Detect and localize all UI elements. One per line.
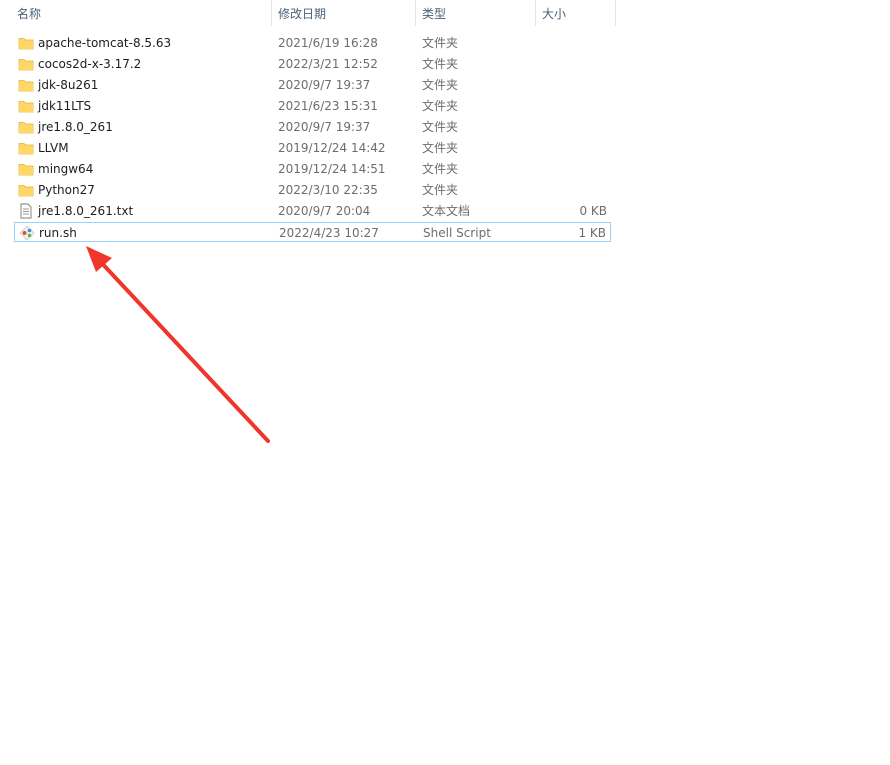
file-row[interactable]: cocos2d-x-3.17.2 2022/3/21 12:52 文件夹 xyxy=(14,54,611,74)
file-modified-date: 2020/9/7 20:04 xyxy=(278,204,371,218)
file-name: LLVM xyxy=(38,141,69,155)
file-name: mingw64 xyxy=(38,162,94,176)
file-row[interactable]: Python27 2022/3/10 22:35 文件夹 xyxy=(14,180,611,200)
folder-icon xyxy=(18,56,34,72)
file-type: 文件夹 xyxy=(422,99,459,113)
column-header-size[interactable]: 大小 xyxy=(535,0,615,26)
folder-icon xyxy=(18,77,34,93)
column-header-name[interactable]: 名称 ^ xyxy=(11,0,271,26)
folder-icon xyxy=(18,140,34,156)
file-name: cocos2d-x-3.17.2 xyxy=(38,57,142,71)
file-type: 文本文档 xyxy=(422,204,471,218)
file-modified-date: 2022/3/21 12:52 xyxy=(278,57,378,71)
file-type: 文件夹 xyxy=(422,78,459,92)
file-modified-date: 2021/6/23 15:31 xyxy=(278,99,378,113)
file-row[interactable]: run.sh 2022/4/23 10:27 Shell Script 1 KB xyxy=(14,222,611,242)
annotation-arrow-head xyxy=(86,246,112,272)
file-name: jdk11LTS xyxy=(38,99,92,113)
file-name: Python27 xyxy=(38,183,95,197)
file-modified-date: 2021/6/19 16:28 xyxy=(278,36,378,50)
file-row[interactable]: mingw64 2019/12/24 14:51 文件夹 xyxy=(14,159,611,179)
file-row[interactable]: jre1.8.0_261.txt 2020/9/7 20:04 文本文档 0 KB xyxy=(14,201,611,221)
file-modified-date: 2020/9/7 19:37 xyxy=(278,120,371,134)
file-type: 文件夹 xyxy=(422,36,459,50)
file-type: 文件夹 xyxy=(422,183,459,197)
annotation-arrow-shaft xyxy=(95,256,270,443)
sort-ascending-icon: ^ xyxy=(147,0,156,7)
file-row[interactable]: jdk-8u261 2020/9/7 19:37 文件夹 xyxy=(14,75,611,95)
file-name: jdk-8u261 xyxy=(38,78,99,92)
column-header-date[interactable]: 修改日期 xyxy=(271,0,415,26)
file-type: 文件夹 xyxy=(422,120,459,134)
column-header-end-divider xyxy=(615,0,616,26)
file-size: 1 KB xyxy=(578,226,606,240)
file-row[interactable]: jdk11LTS 2021/6/23 15:31 文件夹 xyxy=(14,96,611,116)
file-modified-date: 2020/9/7 19:37 xyxy=(278,78,371,92)
folder-icon xyxy=(18,119,34,135)
file-row[interactable]: jre1.8.0_261 2020/9/7 19:37 文件夹 xyxy=(14,117,611,137)
git-script-icon xyxy=(19,225,35,241)
file-type: 文件夹 xyxy=(422,141,459,155)
file-modified-date: 2022/3/10 22:35 xyxy=(278,183,378,197)
folder-icon xyxy=(18,161,34,177)
text-file-icon xyxy=(18,203,34,219)
column-header-type[interactable]: 类型 xyxy=(415,0,535,26)
file-name: run.sh xyxy=(39,226,77,240)
file-explorer-view: 名称 ^ 修改日期 类型 大小 apache-tomcat-8.5.63 2021… xyxy=(0,0,890,765)
file-name: jre1.8.0_261.txt xyxy=(38,204,134,218)
file-modified-date: 2019/12/24 14:42 xyxy=(278,141,386,155)
folder-icon xyxy=(18,98,34,114)
column-header-name-label: 名称 xyxy=(17,7,42,21)
folder-icon xyxy=(18,182,34,198)
file-size: 0 KB xyxy=(579,204,607,218)
file-modified-date: 2019/12/24 14:51 xyxy=(278,162,386,176)
column-header-size-label: 大小 xyxy=(542,7,567,21)
file-type: 文件夹 xyxy=(422,162,459,176)
file-name: jre1.8.0_261 xyxy=(38,120,113,134)
folder-icon xyxy=(18,35,34,51)
file-name: apache-tomcat-8.5.63 xyxy=(38,36,172,50)
file-row[interactable]: apache-tomcat-8.5.63 2021/6/19 16:28 文件夹 xyxy=(14,33,611,53)
file-modified-date: 2022/4/23 10:27 xyxy=(279,226,379,240)
column-header-bar: 名称 ^ 修改日期 类型 大小 xyxy=(0,0,617,28)
file-type: 文件夹 xyxy=(422,57,459,71)
column-header-date-label: 修改日期 xyxy=(278,7,327,21)
file-row[interactable]: LLVM 2019/12/24 14:42 文件夹 xyxy=(14,138,611,158)
column-header-type-label: 类型 xyxy=(422,7,447,21)
file-type: Shell Script xyxy=(423,226,491,240)
